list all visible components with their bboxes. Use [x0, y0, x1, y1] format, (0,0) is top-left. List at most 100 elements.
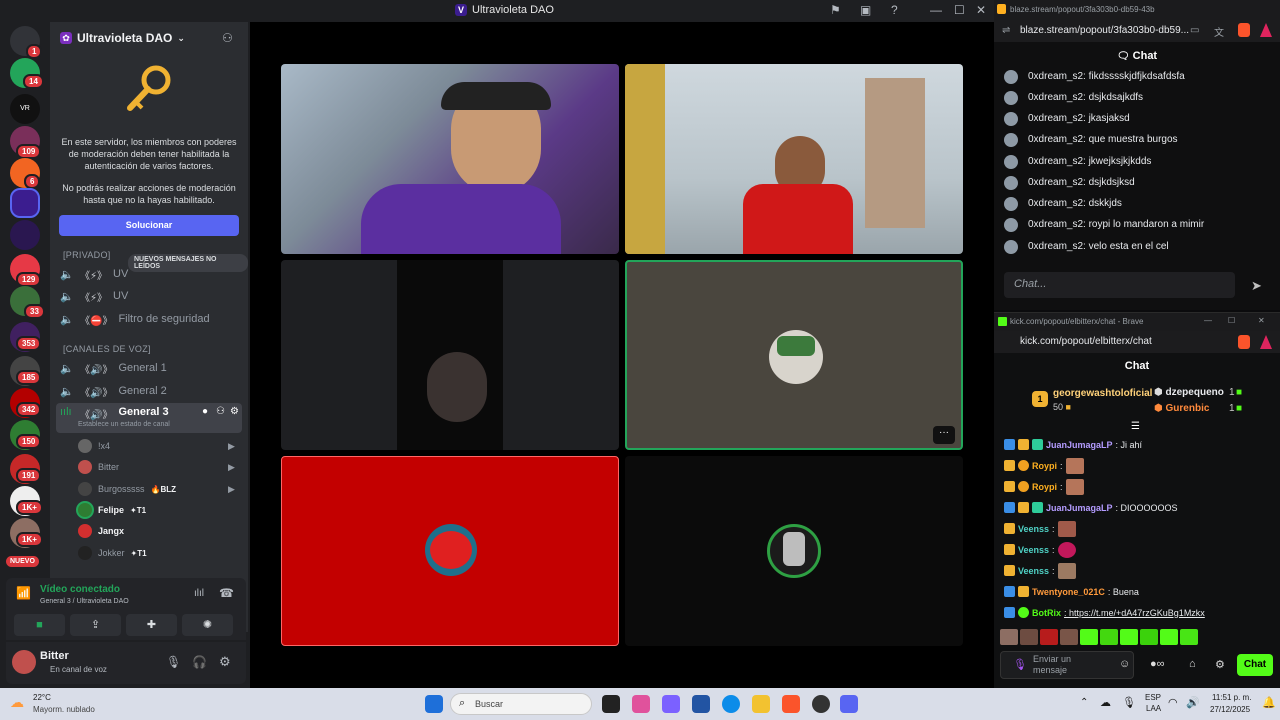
brave-shield-icon[interactable] — [1238, 23, 1250, 37]
address-bar[interactable]: kick.com/popout/elbitterx/chat — [994, 331, 1280, 353]
emote-icon[interactable] — [1080, 629, 1098, 645]
maximize-icon[interactable]: ☐ — [1228, 316, 1235, 325]
minimize-icon[interactable]: — — [930, 3, 942, 17]
server-icon[interactable]: 1K+ — [10, 486, 43, 516]
video-tile[interactable] — [625, 456, 963, 646]
fix-button[interactable]: Solucionar — [59, 215, 239, 236]
voice-member[interactable]: Jangx — [78, 521, 242, 541]
add-user-icon[interactable]: ⚇ — [216, 406, 225, 417]
emote-icon[interactable] — [1120, 629, 1138, 645]
server-icon[interactable]: 353 — [10, 322, 42, 352]
emote-icon[interactable] — [1040, 629, 1058, 645]
leader-row[interactable]: ⬢ dzepequeno 1 ■ — [1154, 387, 1242, 398]
points-icon[interactable]: ●∞ — [1150, 658, 1165, 670]
brave-icon[interactable] — [782, 695, 800, 713]
new-pill[interactable]: NUEVO — [6, 556, 39, 567]
windows-start-icon[interactable] — [425, 695, 443, 713]
voice-member[interactable]: Bitter ▶ — [78, 457, 242, 477]
message-input[interactable]: 🎙 Enviar un mensaje ☺ — [1000, 651, 1134, 679]
more-options-icon[interactable]: ··· — [933, 426, 955, 444]
channel-uv-2[interactable]: 🔈 《⚡》 UV — [56, 286, 242, 306]
server-icon[interactable] — [10, 220, 40, 250]
chat-username[interactable]: JuanJumagaLP — [1046, 440, 1113, 450]
app-icon[interactable] — [632, 695, 650, 713]
task-view-icon[interactable] — [602, 695, 620, 713]
server-icon-active[interactable] — [10, 188, 40, 218]
brave-shield-icon[interactable] — [1238, 335, 1250, 349]
chat-username[interactable]: JuanJumagaLP — [1046, 503, 1113, 513]
category-private[interactable]: [PRIVADO] — [63, 250, 111, 260]
voice-member[interactable]: Burgosssss 🔥BLZ ▶ — [78, 479, 242, 499]
weather-temp[interactable]: 22°C — [33, 693, 51, 702]
notification-icon[interactable]: 🔔 — [1262, 696, 1276, 709]
language-indicator-2[interactable]: LAA — [1146, 704, 1161, 713]
clock-time[interactable]: 11:51 p. m. — [1212, 693, 1251, 702]
video-tile[interactable] — [281, 64, 619, 254]
emote-icon[interactable] — [1100, 629, 1118, 645]
site-info-icon[interactable]: ⇌ — [1002, 25, 1010, 36]
address-bar[interactable]: ⇌ blaze.stream/popout/3fa303b0-db59... ▭… — [994, 20, 1280, 42]
chat-username[interactable]: Twentyone_021C — [1032, 587, 1105, 597]
video-tile[interactable] — [625, 64, 963, 254]
server-icon[interactable]: 14 — [10, 58, 44, 89]
expand-icon[interactable]: ☰ — [1131, 421, 1140, 432]
wifi-icon[interactable]: ◠ — [1168, 696, 1178, 709]
microphone-icon[interactable]: 🎙 — [166, 655, 181, 669]
noise-suppression-icon[interactable]: ılıl — [194, 588, 204, 599]
avatar[interactable] — [12, 650, 36, 674]
server-icon[interactable]: 150 — [10, 420, 42, 450]
connection-location[interactable]: General 3 / Ultravioleta DAO — [40, 598, 129, 605]
volume-icon[interactable]: 🔊 — [1186, 696, 1200, 709]
brave-rewards-icon[interactable] — [1260, 335, 1272, 349]
server-icon[interactable]: 342 — [10, 388, 42, 418]
help-icon[interactable]: ? — [891, 3, 898, 17]
connection-status[interactable]: Vídeo conectado — [40, 584, 120, 595]
leader-row[interactable]: ⬢ Gurenbic 1 ■ — [1154, 403, 1242, 414]
minimize-icon[interactable]: — — [1204, 316, 1212, 325]
invite-icon[interactable]: ⚇ — [222, 31, 233, 45]
category-voice[interactable]: [CANALES DE VOZ] — [63, 344, 151, 354]
chat-username[interactable]: Veenss — [1018, 545, 1049, 555]
language-indicator[interactable]: ESP — [1145, 693, 1161, 702]
video-tile-speaking[interactable]: ··· — [625, 260, 963, 450]
chat-username[interactable]: Roypi — [1032, 482, 1057, 492]
user-name[interactable]: Bitter — [40, 650, 69, 662]
video-tile[interactable] — [281, 456, 619, 646]
cast-icon[interactable]: ▭ — [1190, 25, 1199, 36]
headphones-icon[interactable]: 🎧 — [192, 655, 207, 669]
chat-username[interactable]: Veenss — [1018, 524, 1049, 534]
voice-channel-general-1[interactable]: 🔈 《🔊》 General 1 — [56, 358, 242, 378]
settings-icon[interactable]: ⚙ — [219, 654, 231, 670]
message-link[interactable]: : https://t.me/+dA47rzGKuBg1Mzkx — [1064, 608, 1205, 618]
server-icon[interactable]: VR — [10, 94, 40, 124]
emote-icon[interactable] — [1020, 629, 1038, 645]
server-icon[interactable]: 191 — [10, 454, 42, 484]
close-icon[interactable]: ✕ — [976, 3, 986, 17]
maximize-icon[interactable]: ☐ — [954, 3, 965, 17]
server-icon[interactable]: 6 — [10, 158, 41, 189]
emote-icon[interactable] — [1000, 629, 1018, 645]
voice-channel-general-2[interactable]: 🔈 《🔊》 General 2 — [56, 381, 242, 401]
chevron-up-icon[interactable]: ⌃ — [1080, 697, 1088, 708]
chat-username[interactable]: Veenss — [1018, 566, 1049, 576]
store-icon[interactable] — [692, 695, 710, 713]
leader-name[interactable]: georgewashtoloficial — [1053, 388, 1152, 399]
voice-member[interactable]: Felipe ✦T1 — [78, 500, 242, 520]
gear-icon[interactable]: ⚙ — [230, 406, 239, 417]
camera-button[interactable]: ■ — [14, 614, 65, 636]
translate-icon[interactable]: 文 — [1214, 24, 1224, 39]
soundboard-button[interactable]: ✺ — [182, 614, 233, 636]
settings-icon[interactable]: ⚙ — [1215, 658, 1225, 671]
channel-status-hint[interactable]: Establece un estado de canal — [78, 421, 170, 428]
browser-tab[interactable]: kick.com/popout/elbitterx/chat - Brave —… — [994, 313, 1280, 331]
inbox-icon[interactable]: ⚑ — [830, 3, 841, 17]
chat-input[interactable]: Chat... — [1004, 272, 1235, 298]
server-icon[interactable]: 109 — [10, 126, 42, 159]
guild-header[interactable]: ✿ Ultravioleta DAO ⌄ ⚇ — [50, 22, 248, 54]
discord-home-icon[interactable]: 1 — [10, 26, 43, 59]
network-icon[interactable]: ☁ — [1100, 696, 1111, 709]
emoji-icon[interactable]: ☺ — [1119, 658, 1130, 670]
chat-username[interactable]: Roypi — [1032, 461, 1057, 471]
search-box[interactable]: ⌕ Buscar — [450, 693, 592, 715]
copilot-icon[interactable] — [662, 695, 680, 713]
